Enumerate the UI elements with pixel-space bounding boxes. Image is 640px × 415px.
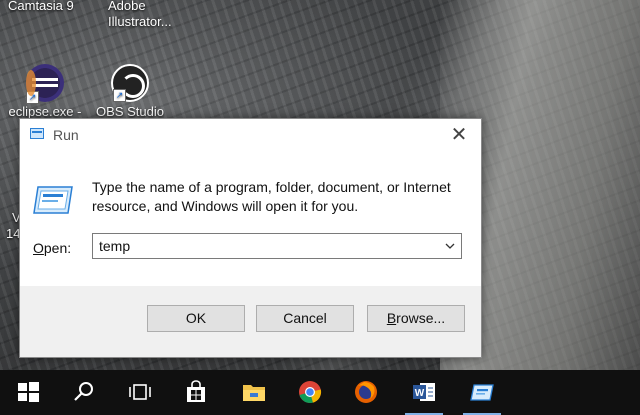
file-explorer-button[interactable] xyxy=(231,370,277,415)
open-label: Open: xyxy=(33,240,71,256)
word-button[interactable]: W xyxy=(401,370,447,415)
run-taskbar-button[interactable] xyxy=(459,370,505,415)
title-bar[interactable]: Run ✕ xyxy=(20,119,481,151)
eclipse-icon: ↗ xyxy=(26,64,64,104)
run-dialog: Run ✕ Type the name of a program, folder… xyxy=(19,118,482,358)
desktop-icon-obs[interactable]: ↗ OBS Studio xyxy=(85,64,175,119)
firefox-button[interactable] xyxy=(343,370,389,415)
taskbar: W xyxy=(0,370,640,415)
task-view-icon xyxy=(129,384,151,400)
desktop-icon-camtasia-label[interactable]: Camtasia 9 xyxy=(8,0,74,13)
open-combobox[interactable]: temp xyxy=(92,233,462,259)
open-input[interactable]: temp xyxy=(99,238,130,254)
shortcut-arrow-icon: ↗ xyxy=(113,89,126,102)
browse-button[interactable]: Browse... xyxy=(367,305,465,332)
windows-logo-icon xyxy=(18,382,39,402)
dialog-title: Run xyxy=(53,127,79,143)
task-view-button[interactable] xyxy=(117,370,163,415)
open-label-text: pen: xyxy=(43,240,72,256)
desktop-icon-illustrator-label[interactable]: Adobe Illustrator... xyxy=(108,0,178,30)
close-icon: ✕ xyxy=(450,124,468,146)
browse-accelerator: B xyxy=(386,310,397,326)
run-icon xyxy=(30,128,44,139)
obs-icon: ↗ xyxy=(111,64,149,102)
desktop-icon-label: eclipse.exe - xyxy=(8,104,82,119)
store-button[interactable] xyxy=(173,370,219,415)
dialog-footer: OK Cancel Browse... xyxy=(20,286,481,357)
chrome-icon xyxy=(299,381,322,403)
run-icon xyxy=(470,384,494,401)
word-icon: W xyxy=(413,383,435,401)
cancel-button[interactable]: Cancel xyxy=(256,305,354,332)
chrome-button[interactable] xyxy=(287,370,333,415)
run-program-icon xyxy=(33,186,73,214)
search-icon xyxy=(74,382,93,401)
ok-button[interactable]: OK xyxy=(147,305,245,332)
desktop-icon-label: OBS Studio xyxy=(96,104,164,119)
shortcut-arrow-icon: ↗ xyxy=(26,91,39,104)
desktop-icon-eclipse[interactable]: ↗ eclipse.exe - xyxy=(0,64,90,119)
firefox-icon xyxy=(355,381,377,403)
browse-label: rowse... xyxy=(396,310,446,326)
svg-text:W: W xyxy=(415,388,425,399)
chevron-down-icon[interactable] xyxy=(443,237,457,255)
close-button[interactable]: ✕ xyxy=(437,119,481,151)
store-icon xyxy=(187,380,205,402)
open-label-accelerator: O xyxy=(33,240,44,256)
start-button[interactable] xyxy=(5,370,51,415)
folder-icon xyxy=(243,385,265,401)
dialog-description: Type the name of a program, folder, docu… xyxy=(92,179,451,214)
search-button[interactable] xyxy=(61,370,107,415)
